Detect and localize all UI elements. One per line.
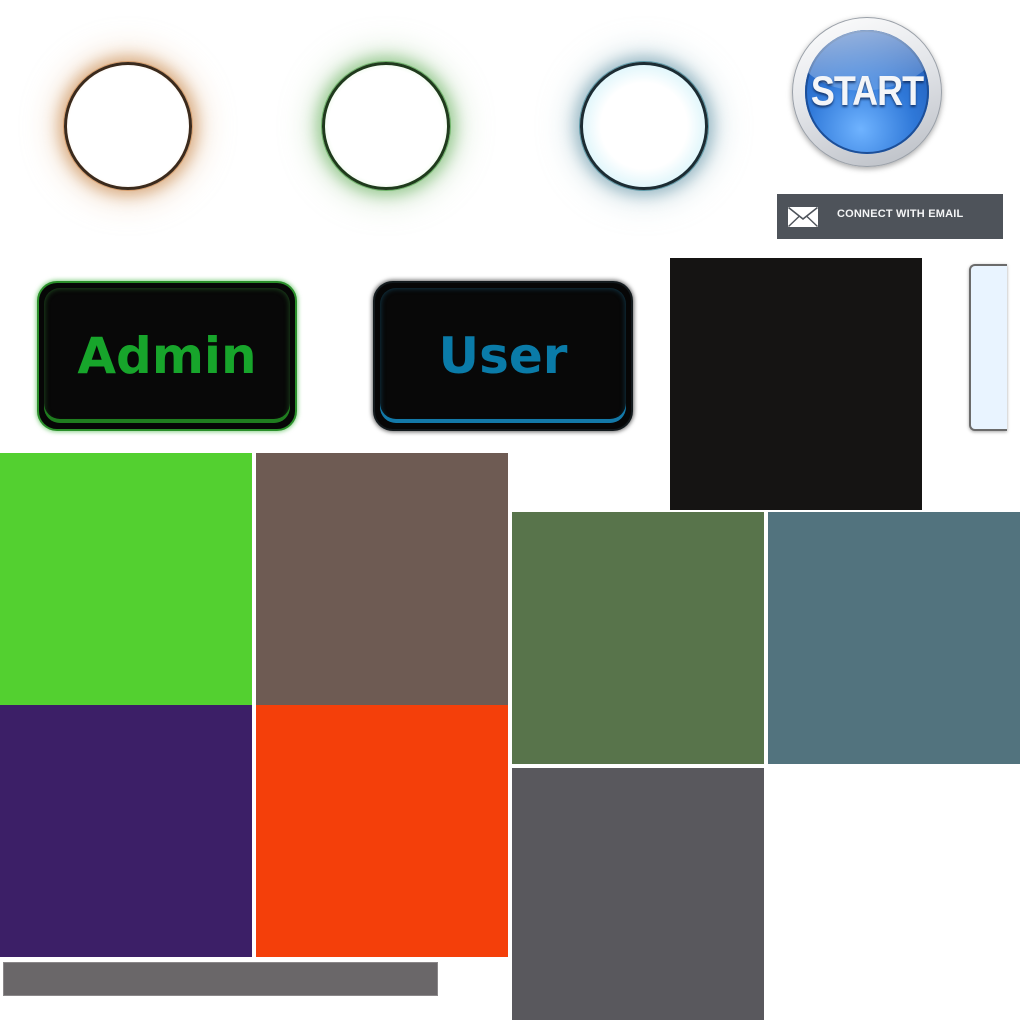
user-button-label: User: [438, 327, 568, 385]
charcoal-swatch: [512, 768, 764, 1020]
blue-glow-ring-button[interactable]: [580, 62, 708, 190]
start-button-label: START: [810, 66, 924, 114]
admin-button-label: Admin: [77, 327, 257, 385]
taupe-swatch: [256, 453, 508, 705]
connect-with-email-label: CONNECT WITH EMAIL: [837, 208, 964, 220]
light-blue-panel: [969, 264, 1007, 431]
admin-button[interactable]: Admin: [37, 281, 297, 431]
lime-swatch: [0, 453, 252, 705]
slate-blue-swatch: [768, 512, 1020, 764]
gray-bar-swatch: [3, 962, 438, 996]
purple-swatch: [0, 705, 252, 957]
connect-with-email-button[interactable]: CONNECT WITH EMAIL: [777, 194, 1003, 239]
dark-swatch: [670, 258, 922, 510]
user-button[interactable]: User: [373, 281, 633, 431]
envelope-icon: [788, 207, 818, 227]
olive-swatch: [512, 512, 764, 764]
start-button[interactable]: START: [792, 17, 942, 167]
orange-glow-ring-button[interactable]: [64, 62, 192, 190]
orange-swatch: [256, 705, 508, 957]
green-glow-ring-button[interactable]: [322, 62, 450, 190]
start-button-face: START: [805, 30, 929, 154]
